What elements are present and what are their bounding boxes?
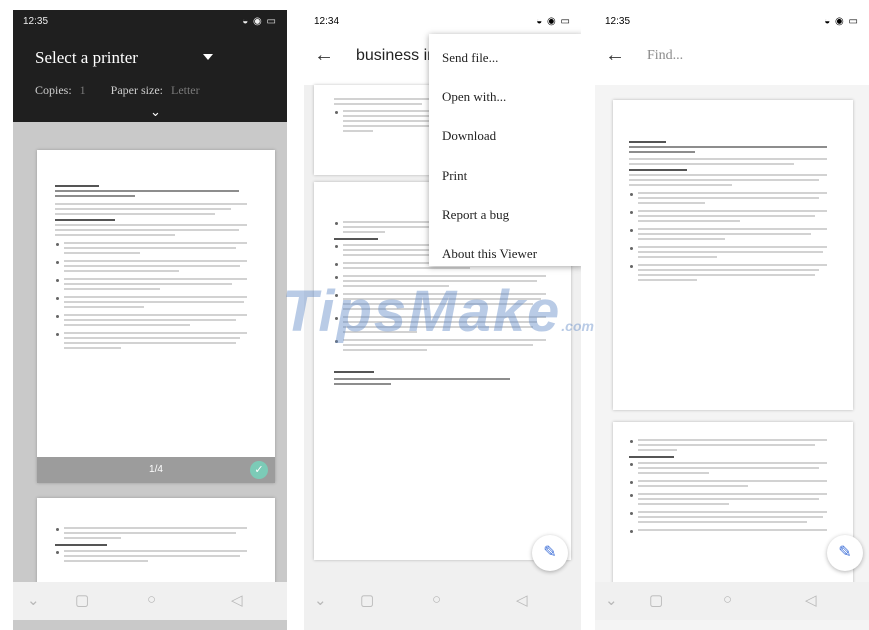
status-bar: 12:35 ◒ ◉ ▭ [13,10,287,32]
find-bar: 12:35 ◒ ◉ ▭ ← Find... [595,10,869,85]
find-input[interactable]: Find... [647,48,683,64]
print-options-bar: 12:35 ◒ ◉ ▭ Select a printer Copies: 1 Pa… [13,10,287,122]
page-text-block [55,182,255,352]
copies-value[interactable]: 1 [80,83,86,97]
page-text-block [629,436,835,534]
menu-item-open-with[interactable]: Open with... [442,89,506,105]
system-nav-bar: ⌄ ▢ ○ ◁ [595,582,869,620]
copies-label: Copies: [35,83,72,97]
checkmark-icon[interactable]: ✓ [250,461,268,479]
circle-icon[interactable]: ○ [432,591,441,608]
system-nav-bar: ⌄ ▢ ○ ◁ [13,582,287,620]
document-find-screen: 12:35 ◒ ◉ ▭ ← Find... ✎ ⌄ ▢ ○ ◁ [595,10,869,630]
dropdown-caret-icon[interactable] [203,54,213,60]
arrow-left-icon[interactable]: ← [314,44,334,67]
menu-item-about-viewer[interactable]: About this Viewer [442,246,537,262]
triangle-back-icon[interactable]: ◁ [805,591,817,609]
status-icons: ◒ ◉ ▭ [242,16,277,27]
watermark: TipsMake.com [282,278,594,345]
document-page [613,100,853,410]
pencil-icon[interactable]: ✎ [532,535,568,571]
status-time: 12:35 [23,16,49,27]
status-time: 12:34 [314,16,340,27]
menu-item-report-bug[interactable]: Report a bug [442,207,509,223]
print-preview-screen: 12:35 ◒ ◉ ▭ Select a printer Copies: 1 Pa… [13,10,287,630]
page-text-block [629,138,835,284]
arrow-left-icon[interactable]: ← [605,44,625,67]
page-text-block [334,95,444,135]
circle-icon[interactable]: ○ [723,591,732,608]
status-bar: 12:34 ◒ ◉ ▭ [304,10,581,32]
menu-item-download[interactable]: Download [442,128,496,144]
paper-size-label: Paper size: [110,83,163,97]
square-icon[interactable]: ▢ [649,591,663,609]
square-icon[interactable]: ▢ [360,591,374,609]
print-settings-summary: Copies: 1 Paper size: Letter [35,83,222,98]
status-bar: 12:35 ◒ ◉ ▭ [595,10,869,32]
chevron-down-icon[interactable]: ⌄ [605,591,618,609]
printer-selector[interactable]: Select a printer [35,48,138,68]
status-icons: ◒ ◉ ▭ [824,16,859,27]
watermark-suffix: .com [561,318,594,334]
system-nav-bar: ⌄ ▢ ○ ◁ [304,582,581,620]
menu-item-send-file[interactable]: Send file... [442,50,498,66]
menu-item-print[interactable]: Print [442,168,467,184]
circle-icon[interactable]: ○ [147,591,156,608]
triangle-back-icon[interactable]: ◁ [516,591,528,609]
page-text-block [55,524,255,565]
pencil-icon[interactable]: ✎ [827,535,863,571]
watermark-text: TipsMake [282,279,562,344]
overflow-menu: Send file... Open with... Download Print… [429,34,581,266]
expand-chevron-icon[interactable]: ⌄ [150,104,161,120]
preview-page-1[interactable] [37,150,275,483]
paper-size-value[interactable]: Letter [171,83,200,97]
page-count: 1/4 [149,464,163,475]
chevron-down-icon[interactable]: ⌄ [27,591,40,609]
page-indicator-bar: 1/4 ✓ [37,457,275,483]
square-icon[interactable]: ▢ [75,591,89,609]
triangle-back-icon[interactable]: ◁ [231,591,243,609]
status-time: 12:35 [605,16,631,27]
chevron-down-icon[interactable]: ⌄ [314,591,327,609]
status-icons: ◒ ◉ ▭ [536,16,571,27]
